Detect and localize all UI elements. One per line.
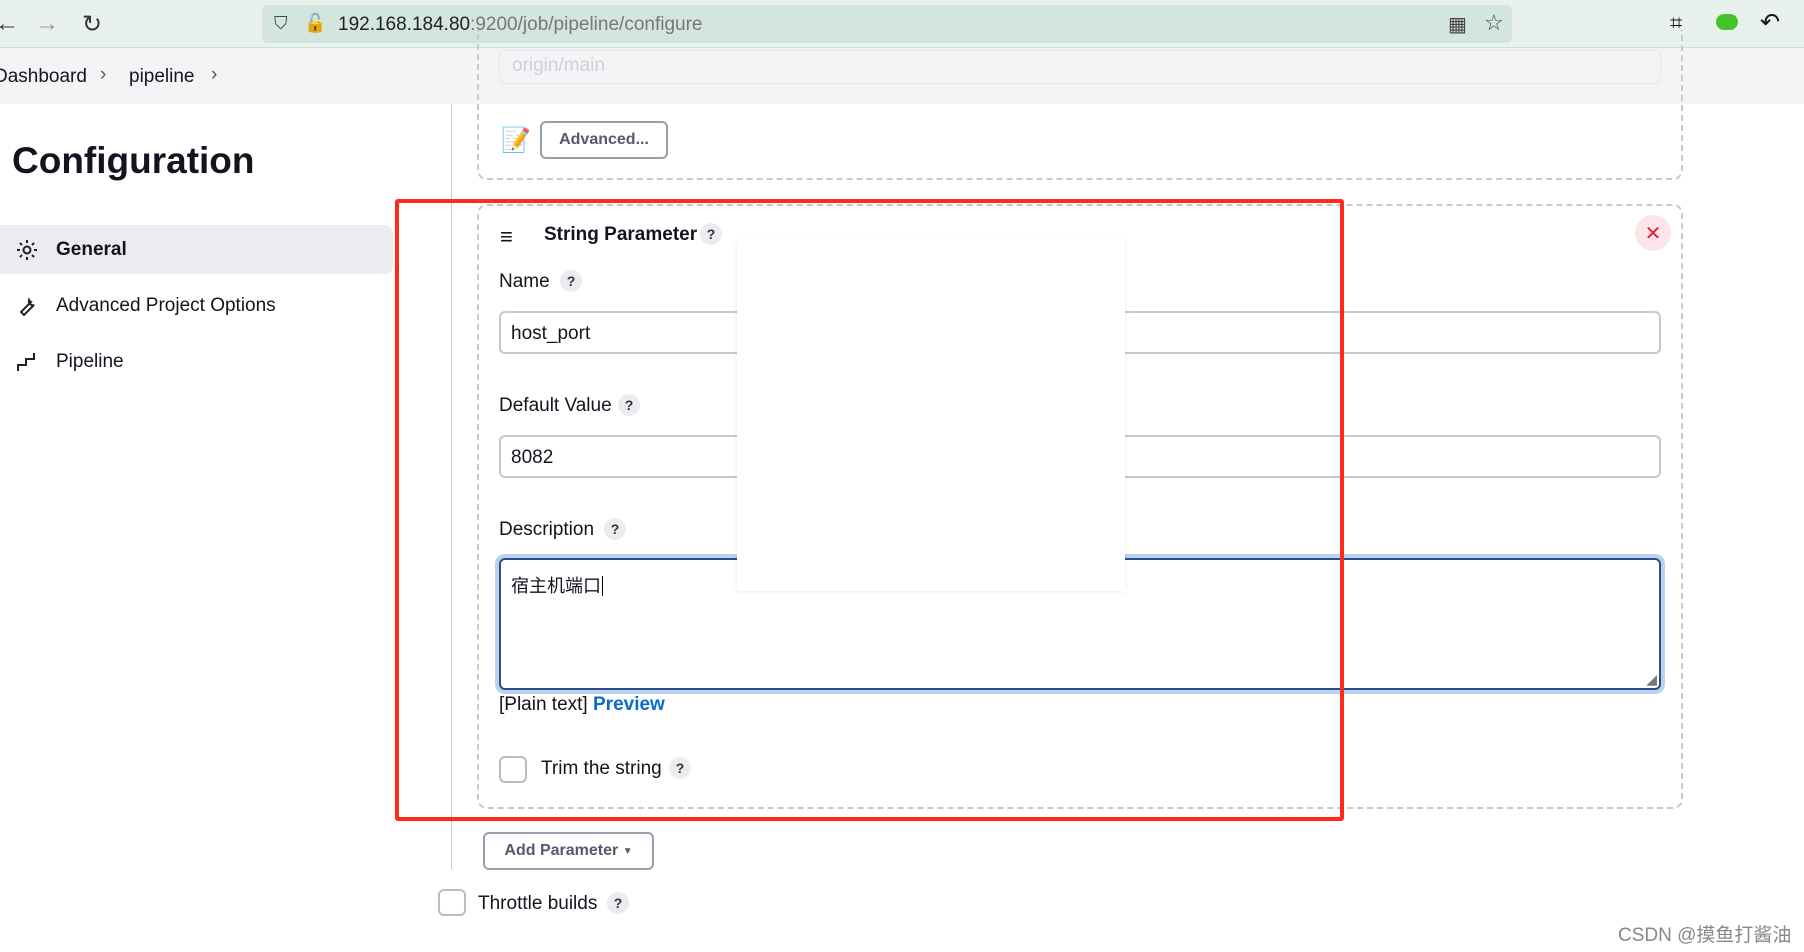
watermark: CSDN @摸鱼打酱油 <box>1618 925 1792 946</box>
close-icon[interactable]: ✕ <box>1635 215 1671 251</box>
sidebar-item-pipeline[interactable]: Pipeline <box>0 337 393 386</box>
wrench-icon <box>14 293 40 319</box>
sidebar-item-label: General <box>56 238 127 260</box>
page-title: Configuration <box>12 140 255 181</box>
caret-down-icon: ▼ <box>622 845 633 857</box>
resize-handle-icon[interactable]: ◢ <box>1646 671 1657 688</box>
breadcrumb-dashboard[interactable]: Dashboard <box>0 66 87 88</box>
branch-input[interactable]: origin/main <box>499 50 1661 84</box>
gear-icon <box>14 237 40 263</box>
reload-icon[interactable]: ↻ <box>77 10 107 39</box>
throttle-builds-checkbox[interactable] <box>438 889 466 916</box>
breadcrumb-pipeline[interactable]: pipeline <box>129 66 195 88</box>
notepad-icon: 📝 <box>501 127 531 154</box>
annotation-highlight <box>395 199 1344 821</box>
throttle-builds-label: Throttle builds <box>478 893 598 914</box>
insecure-lock-icon: 🔓 <box>304 13 327 33</box>
undo-icon[interactable]: ↶ <box>1760 8 1780 37</box>
sidebar-item-label: Advanced Project Options <box>56 294 276 316</box>
back-icon[interactable]: ← <box>0 10 22 38</box>
forward-icon[interactable]: → <box>32 10 62 38</box>
sidebar-item-advanced-project-options[interactable]: Advanced Project Options <box>0 281 393 330</box>
pipeline-icon <box>14 349 40 375</box>
sidebar-item-label: Pipeline <box>56 350 124 372</box>
button-label: Add Parameter <box>504 842 619 859</box>
js-toggle-icon[interactable] <box>1716 14 1738 30</box>
add-parameter-button[interactable]: Add Parameter ▼ <box>483 832 654 870</box>
breadcrumb-separator: › <box>211 64 218 85</box>
breadcrumb-separator: › <box>100 64 107 85</box>
sidebar-item-general[interactable]: General <box>0 225 393 274</box>
advanced-button[interactable]: Advanced... <box>540 121 668 159</box>
help-icon[interactable]: ? <box>607 892 629 914</box>
shield-icon: ⛉ <box>274 13 288 33</box>
